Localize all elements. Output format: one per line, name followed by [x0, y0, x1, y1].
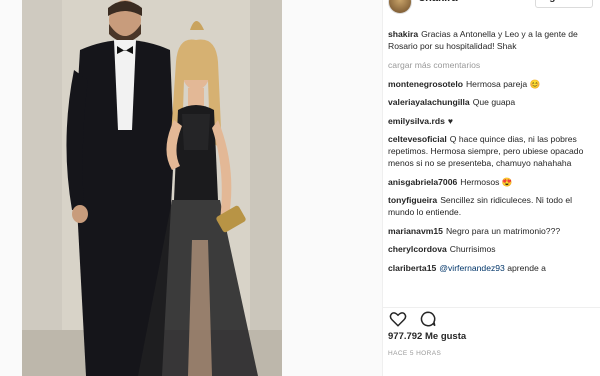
comment-text: ♥	[447, 115, 453, 126]
comment-item: marianavm15 Negro para un matrimonio???	[388, 225, 596, 237]
comment-username[interactable]: anisgabriela7006	[388, 177, 457, 187]
comment-item: tonyfigueira Sencillez sin ridiculeces. N…	[388, 194, 596, 218]
header-username[interactable]: shakira	[419, 0, 458, 4]
caption-username[interactable]: shakira	[388, 29, 418, 39]
post-side-panel: shakira Siguiendo shakiraGracias a Anton…	[382, 0, 600, 376]
comment-username[interactable]: emilysilva.rds	[388, 116, 445, 126]
comment-username[interactable]: montenegrosotelo	[388, 79, 463, 89]
comment-username[interactable]: valeriayalachungilla	[388, 97, 470, 107]
post-header: shakira Siguiendo	[383, 0, 600, 14]
comment-item: montenegrosotelo Hermosa pareja 😊	[388, 78, 596, 90]
comment-username[interactable]: clariberta15	[388, 263, 436, 273]
caption: shakira Gracias a Antonella y Leo y a la …	[388, 28, 596, 52]
comment-text: Hermosa pareja 😊	[465, 78, 541, 89]
comment-username[interactable]: marianavm15	[388, 226, 443, 236]
comment-text: Churrisimos	[449, 244, 496, 254]
comment-item: anisgabriela7006 Hermosos 😍	[388, 176, 596, 188]
likes-count[interactable]: 977.792 Me gusta	[388, 331, 466, 342]
comments-list: shakira Gracias a Antonella y Leo y a la …	[388, 28, 596, 280]
comment-item: valeriayalachungilla Que guapa	[388, 96, 596, 108]
avatar[interactable]	[388, 0, 412, 14]
comment-mention[interactable]: @virfernandez93	[439, 263, 505, 273]
load-more-comments-link[interactable]: cargar más comentarios	[388, 59, 596, 71]
post-actions	[383, 307, 600, 330]
comment-item: clariberta15 @virfernandez93 aprende a	[388, 262, 596, 274]
following-button[interactable]: Siguiendo	[535, 0, 593, 8]
comment-text: Que guapa	[472, 97, 516, 107]
heart-icon[interactable]	[389, 310, 407, 328]
couple-photo-illustration	[22, 0, 282, 376]
comment-text: Negro para un matrimonio???	[445, 225, 561, 236]
comment-username[interactable]: cherylcordova	[388, 244, 447, 254]
comment-text: aprende a	[507, 262, 546, 273]
comment-username[interactable]: tonyfigueira	[388, 195, 437, 205]
comment-item: emilysilva.rds ♥	[388, 115, 596, 127]
comment-text: Hermosos 😍	[460, 176, 513, 187]
comment-item: celtevesoficial Q hace quince dias, ni la…	[388, 133, 596, 169]
comment-item: cherylcordova Churrisimos	[388, 243, 596, 255]
post-photo[interactable]	[22, 0, 282, 376]
post-timestamp: HACE 5 HORAS	[388, 350, 442, 357]
comment-username[interactable]: celtevesoficial	[388, 134, 447, 144]
comment-bubble-icon[interactable]	[419, 310, 437, 328]
